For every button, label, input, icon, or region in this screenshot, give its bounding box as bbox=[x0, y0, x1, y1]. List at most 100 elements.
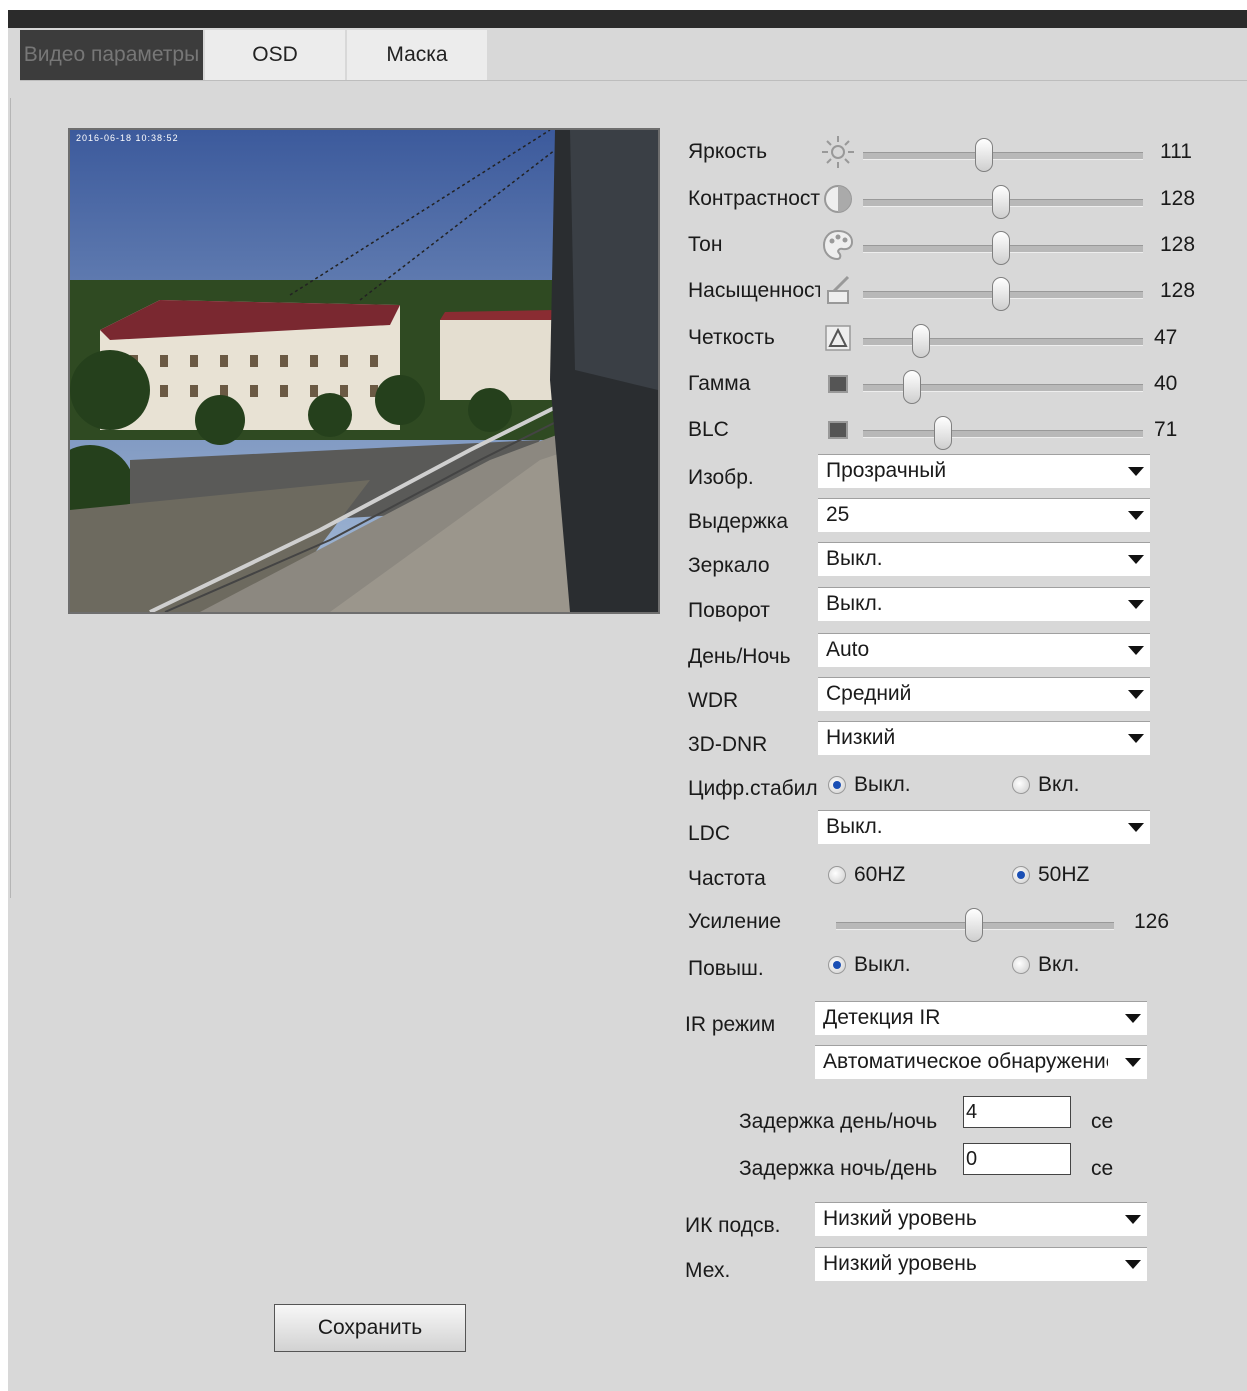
dnr-label: 3D-DNR bbox=[688, 733, 768, 756]
enhance-on-radio[interactable]: Вкл. bbox=[1012, 953, 1080, 977]
chevron-down-icon bbox=[1125, 1014, 1141, 1023]
chevron-down-icon bbox=[1125, 1215, 1141, 1224]
ldc-select[interactable]: Выкл. bbox=[818, 810, 1150, 844]
contrast-label: Контрастность bbox=[688, 187, 820, 210]
blc-slider[interactable] bbox=[863, 430, 1143, 438]
mirror-label: Зеркало bbox=[688, 554, 770, 577]
rotate-value: Выкл. bbox=[826, 592, 883, 615]
stabilization-off-label: Выкл. bbox=[854, 773, 911, 796]
enhance-on-label: Вкл. bbox=[1038, 953, 1080, 976]
saturation-label: Насыщенность bbox=[688, 279, 820, 302]
wdr-value: Средний bbox=[826, 682, 912, 705]
tab-mask[interactable]: Маска bbox=[347, 30, 487, 80]
saturation-icon bbox=[827, 275, 850, 304]
blc-label: BLC bbox=[688, 418, 729, 441]
contrast-slider-thumb[interactable] bbox=[992, 185, 1010, 219]
radio-selected-icon bbox=[1012, 866, 1030, 884]
chevron-down-icon bbox=[1128, 600, 1144, 609]
delay-day-night-label: Задержка день/ночь bbox=[739, 1110, 938, 1133]
frequency-50hz-radio[interactable]: 50HZ bbox=[1012, 863, 1089, 887]
blc-icon bbox=[828, 421, 848, 439]
chevron-down-icon bbox=[1128, 690, 1144, 699]
osd-timestamp: 2016-06-18 10:38:52 bbox=[76, 133, 179, 143]
ir-auto-detect-select[interactable]: Автоматическое обнаружение bbox=[815, 1045, 1147, 1079]
mech-value: Низкий уровень bbox=[823, 1252, 977, 1275]
frequency-60hz-radio[interactable]: 60HZ bbox=[828, 863, 905, 887]
frequency-60hz-label: 60HZ bbox=[854, 863, 906, 886]
hue-slider-thumb[interactable] bbox=[992, 231, 1010, 265]
mech-label: Мех. bbox=[685, 1259, 731, 1282]
radio-unselected-icon bbox=[1012, 956, 1030, 974]
ir-mode-label: IR режим bbox=[685, 1013, 776, 1036]
tab-video-params[interactable]: Видео параметры bbox=[20, 30, 203, 80]
gamma-slider-thumb[interactable] bbox=[903, 370, 921, 404]
stabilization-on-radio[interactable]: Вкл. bbox=[1012, 773, 1080, 797]
gain-label: Усиление bbox=[688, 910, 782, 933]
enhance-off-radio[interactable]: Выкл. bbox=[828, 953, 911, 977]
dnr-select[interactable]: Низкий bbox=[818, 721, 1150, 755]
ir-mode-select[interactable]: Детекция IR bbox=[815, 1001, 1147, 1035]
stabilization-label: Цифр.стабил bbox=[688, 777, 818, 800]
dnr-value: Низкий bbox=[826, 726, 896, 749]
frequency-50hz-label: 50HZ bbox=[1038, 863, 1090, 886]
image-mode-select[interactable]: Прозрачный bbox=[818, 454, 1150, 488]
shutter-select[interactable]: 25 bbox=[818, 498, 1150, 532]
settings-panel: Видео параметры OSD Маска 2016-06-18 10:… bbox=[8, 10, 1247, 1391]
contrast-icon bbox=[824, 185, 852, 213]
image-mode-value: Прозрачный bbox=[826, 459, 947, 482]
saturation-slider-thumb[interactable] bbox=[992, 277, 1010, 311]
radio-unselected-icon bbox=[1012, 776, 1030, 794]
blc-slider-thumb[interactable] bbox=[934, 416, 952, 450]
day-night-label: День/Ночь bbox=[688, 645, 791, 668]
ir-light-value: Низкий уровень bbox=[823, 1207, 977, 1230]
delay-day-night-unit: се bbox=[1091, 1110, 1114, 1133]
sharpness-icon bbox=[825, 325, 851, 351]
ldc-value: Выкл. bbox=[826, 815, 883, 838]
chevron-down-icon bbox=[1128, 555, 1144, 564]
brightness-slider-thumb[interactable] bbox=[975, 138, 993, 172]
gain-value: 126 bbox=[1134, 910, 1170, 933]
radio-unselected-icon bbox=[828, 866, 846, 884]
gain-slider-thumb[interactable] bbox=[965, 908, 983, 942]
stabilization-off-radio[interactable]: Выкл. bbox=[828, 773, 911, 797]
sharpness-slider-thumb[interactable] bbox=[912, 324, 930, 358]
delay-day-night-input[interactable]: 4 bbox=[963, 1096, 1071, 1128]
ir-light-label: ИК подсв. bbox=[685, 1214, 781, 1237]
wdr-select[interactable]: Средний bbox=[818, 677, 1150, 711]
saturation-value: 128 bbox=[1160, 279, 1196, 302]
brightness-icon bbox=[822, 136, 854, 168]
chevron-down-icon bbox=[1125, 1058, 1141, 1067]
mirror-select[interactable]: Выкл. bbox=[818, 542, 1150, 576]
ir-mode-value: Детекция IR bbox=[823, 1006, 941, 1029]
stabilization-on-label: Вкл. bbox=[1038, 773, 1080, 796]
tab-bar: Видео параметры OSD Маска bbox=[20, 30, 489, 80]
wdr-label: WDR bbox=[688, 689, 739, 712]
rotate-select[interactable]: Выкл. bbox=[818, 587, 1150, 621]
palette-icon bbox=[822, 229, 854, 261]
mech-select[interactable]: Низкий уровень bbox=[815, 1247, 1147, 1281]
gamma-icon bbox=[828, 375, 848, 393]
ir-light-select[interactable]: Низкий уровень bbox=[815, 1202, 1147, 1236]
shutter-value: 25 bbox=[826, 503, 850, 526]
delay-night-day-input[interactable]: 0 bbox=[963, 1143, 1071, 1175]
chevron-down-icon bbox=[1128, 646, 1144, 655]
rotate-label: Поворот bbox=[688, 599, 770, 622]
enhance-off-label: Выкл. bbox=[854, 953, 911, 976]
chevron-down-icon bbox=[1128, 467, 1144, 476]
chevron-down-icon bbox=[1125, 1260, 1141, 1269]
tab-divider bbox=[20, 80, 1247, 81]
brightness-slider[interactable] bbox=[863, 152, 1143, 160]
day-night-select[interactable]: Auto bbox=[818, 633, 1150, 667]
tab-osd[interactable]: OSD bbox=[205, 30, 345, 80]
day-night-value: Auto bbox=[826, 638, 870, 661]
brightness-label: Яркость bbox=[688, 140, 768, 163]
save-button[interactable]: Сохранить bbox=[274, 1304, 466, 1352]
delay-night-day-unit: се bbox=[1091, 1157, 1114, 1180]
ldc-label: LDC bbox=[688, 822, 731, 845]
gamma-value: 40 bbox=[1154, 372, 1178, 395]
enhance-label: Повыш. bbox=[688, 957, 764, 980]
sharpness-label: Четкость bbox=[688, 326, 775, 349]
hue-label: Тон bbox=[688, 233, 723, 256]
hue-value: 128 bbox=[1160, 233, 1196, 256]
sharpness-slider[interactable] bbox=[863, 338, 1143, 346]
